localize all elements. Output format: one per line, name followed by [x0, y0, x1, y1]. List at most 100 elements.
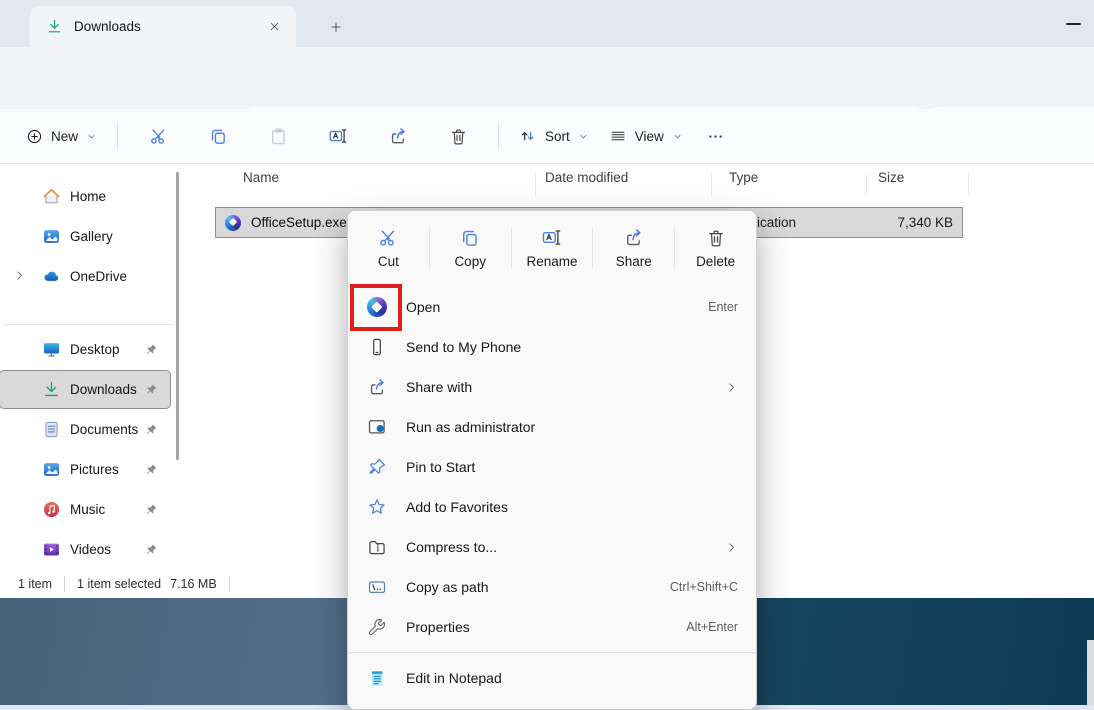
context-menu-quick-actions: Cut Copy Rename Share Delete: [348, 214, 756, 282]
column-header-type[interactable]: Type: [729, 170, 758, 185]
explorer-tab-downloads[interactable]: Downloads: [30, 6, 296, 47]
quick-action-label: Cut: [378, 254, 399, 269]
menu-shortcut: Ctrl+Shift+C: [670, 580, 738, 594]
chevron-down-icon: [672, 131, 683, 142]
wrench-icon: [367, 618, 386, 637]
share-icon: [623, 227, 644, 248]
column-header-date-modified[interactable]: Date modified: [545, 170, 628, 185]
sidebar-item-videos[interactable]: Videos: [0, 531, 170, 568]
star-icon: [367, 497, 387, 517]
pin-icon: [145, 383, 158, 396]
copy-icon: [460, 228, 480, 248]
menu-item-pin-to-start[interactable]: Pin to Start: [348, 447, 756, 487]
paste-button[interactable]: [259, 118, 297, 154]
column-divider[interactable]: [968, 174, 969, 196]
sidebar-item-desktop[interactable]: Desktop: [0, 331, 170, 368]
context-cut-button[interactable]: Cut: [348, 228, 429, 269]
quick-action-label: Delete: [696, 254, 735, 269]
rename-button[interactable]: [319, 118, 357, 154]
sidebar-item-downloads[interactable]: Downloads: [0, 371, 170, 408]
menu-item-copy-as-path[interactable]: Copy as path Ctrl+Shift+C: [348, 567, 756, 607]
office-app-icon: [225, 215, 241, 231]
sidebar-scrollbar[interactable]: [176, 172, 179, 460]
menu-item-properties[interactable]: Properties Alt+Enter: [348, 607, 756, 647]
context-delete-button[interactable]: Delete: [675, 228, 756, 269]
status-divider: [64, 576, 65, 592]
item-count: 1 item: [18, 577, 52, 591]
context-rename-button[interactable]: Rename: [512, 227, 593, 269]
sidebar-gap: [0, 298, 190, 331]
menu-item-share-with[interactable]: Share with: [348, 367, 756, 407]
view-button[interactable]: View: [599, 118, 693, 154]
submenu-chevron-icon: [725, 541, 738, 554]
expand-chevron-icon[interactable]: [13, 269, 26, 282]
column-divider[interactable]: [866, 174, 867, 196]
context-share-button[interactable]: Share: [593, 227, 674, 269]
menu-item-add-to-favorites[interactable]: Add to Favorites: [348, 487, 756, 527]
new-button[interactable]: New: [16, 118, 107, 154]
share-button[interactable]: [379, 118, 417, 154]
download-icon: [46, 18, 63, 35]
menu-item-run-as-administrator[interactable]: Run as administrator: [348, 407, 756, 447]
pin-icon: [145, 503, 158, 516]
pin-icon: [367, 457, 387, 477]
column-header-name[interactable]: Name: [243, 170, 279, 185]
menu-item-label: Copy as path: [406, 579, 489, 595]
rename-icon: [541, 227, 562, 248]
sidebar-item-label: Desktop: [70, 342, 120, 357]
selection-size: 7.16 MB: [170, 577, 217, 591]
menu-item-label: Share with: [406, 379, 472, 395]
sidebar-item-label: Documents: [70, 422, 138, 437]
phone-icon: [367, 337, 387, 357]
view-label: View: [635, 129, 664, 144]
sidebar-item-home[interactable]: Home: [0, 178, 170, 215]
more-ellipsis-icon: [706, 127, 725, 146]
minimize-icon: [1066, 23, 1081, 26]
minimize-button[interactable]: [1058, 15, 1088, 33]
sidebar-item-label: Pictures: [70, 462, 119, 477]
menu-item-label: Compress to...: [406, 539, 497, 555]
sort-label: Sort: [545, 129, 570, 144]
quick-action-label: Copy: [454, 254, 486, 269]
context-copy-button[interactable]: Copy: [430, 228, 511, 269]
chevron-down-icon: [578, 131, 589, 142]
menu-item-compress-to[interactable]: Compress to...: [348, 527, 756, 567]
new-plus-circle-icon: [26, 128, 43, 145]
sidebar-item-music[interactable]: Music: [0, 491, 170, 528]
copy-button[interactable]: [199, 118, 237, 154]
column-divider[interactable]: [535, 174, 536, 196]
menu-item-open[interactable]: Open Enter: [348, 287, 756, 327]
menu-item-edit-in-notepad[interactable]: Edit in Notepad: [348, 658, 756, 698]
share-icon: [367, 377, 387, 397]
share-icon: [388, 126, 408, 146]
menu-item-label: Properties: [406, 619, 470, 635]
highlight-box-open-icon: [350, 284, 402, 331]
sidebar-item-onedrive[interactable]: OneDrive: [0, 258, 170, 295]
desktop-icon: [42, 340, 61, 359]
sidebar-item-documents[interactable]: Documents: [0, 411, 170, 448]
trash-icon: [706, 228, 726, 248]
delete-button[interactable]: [439, 118, 477, 154]
sidebar-item-pictures[interactable]: Pictures: [0, 451, 170, 488]
selection-count: 1 item selected: [77, 577, 161, 591]
tab-close-button[interactable]: [260, 13, 288, 41]
menu-item-send-to-my-phone[interactable]: Send to My Phone: [348, 327, 756, 367]
sidebar-item-label: Downloads: [70, 382, 137, 397]
sort-button[interactable]: Sort: [509, 118, 599, 154]
videos-icon: [42, 540, 61, 559]
column-divider[interactable]: [711, 174, 712, 196]
menu-shortcut: Enter: [708, 300, 738, 314]
sidebar-item-gallery[interactable]: Gallery: [0, 218, 170, 255]
quick-action-label: Share: [616, 254, 652, 269]
file-size: 7,340 KB: [897, 215, 953, 230]
submenu-chevron-icon: [725, 381, 738, 394]
context-menu-items: Open Enter Send to My Phone Share with R…: [348, 282, 756, 698]
new-tab-button[interactable]: [322, 13, 350, 41]
cut-button[interactable]: [139, 118, 177, 154]
pin-icon: [145, 463, 158, 476]
see-more-button[interactable]: [697, 118, 735, 154]
column-header-size[interactable]: Size: [878, 170, 904, 185]
documents-icon: [42, 420, 61, 439]
context-menu: Cut Copy Rename Share Delete: [347, 210, 757, 710]
toolbar-divider: [498, 123, 499, 149]
